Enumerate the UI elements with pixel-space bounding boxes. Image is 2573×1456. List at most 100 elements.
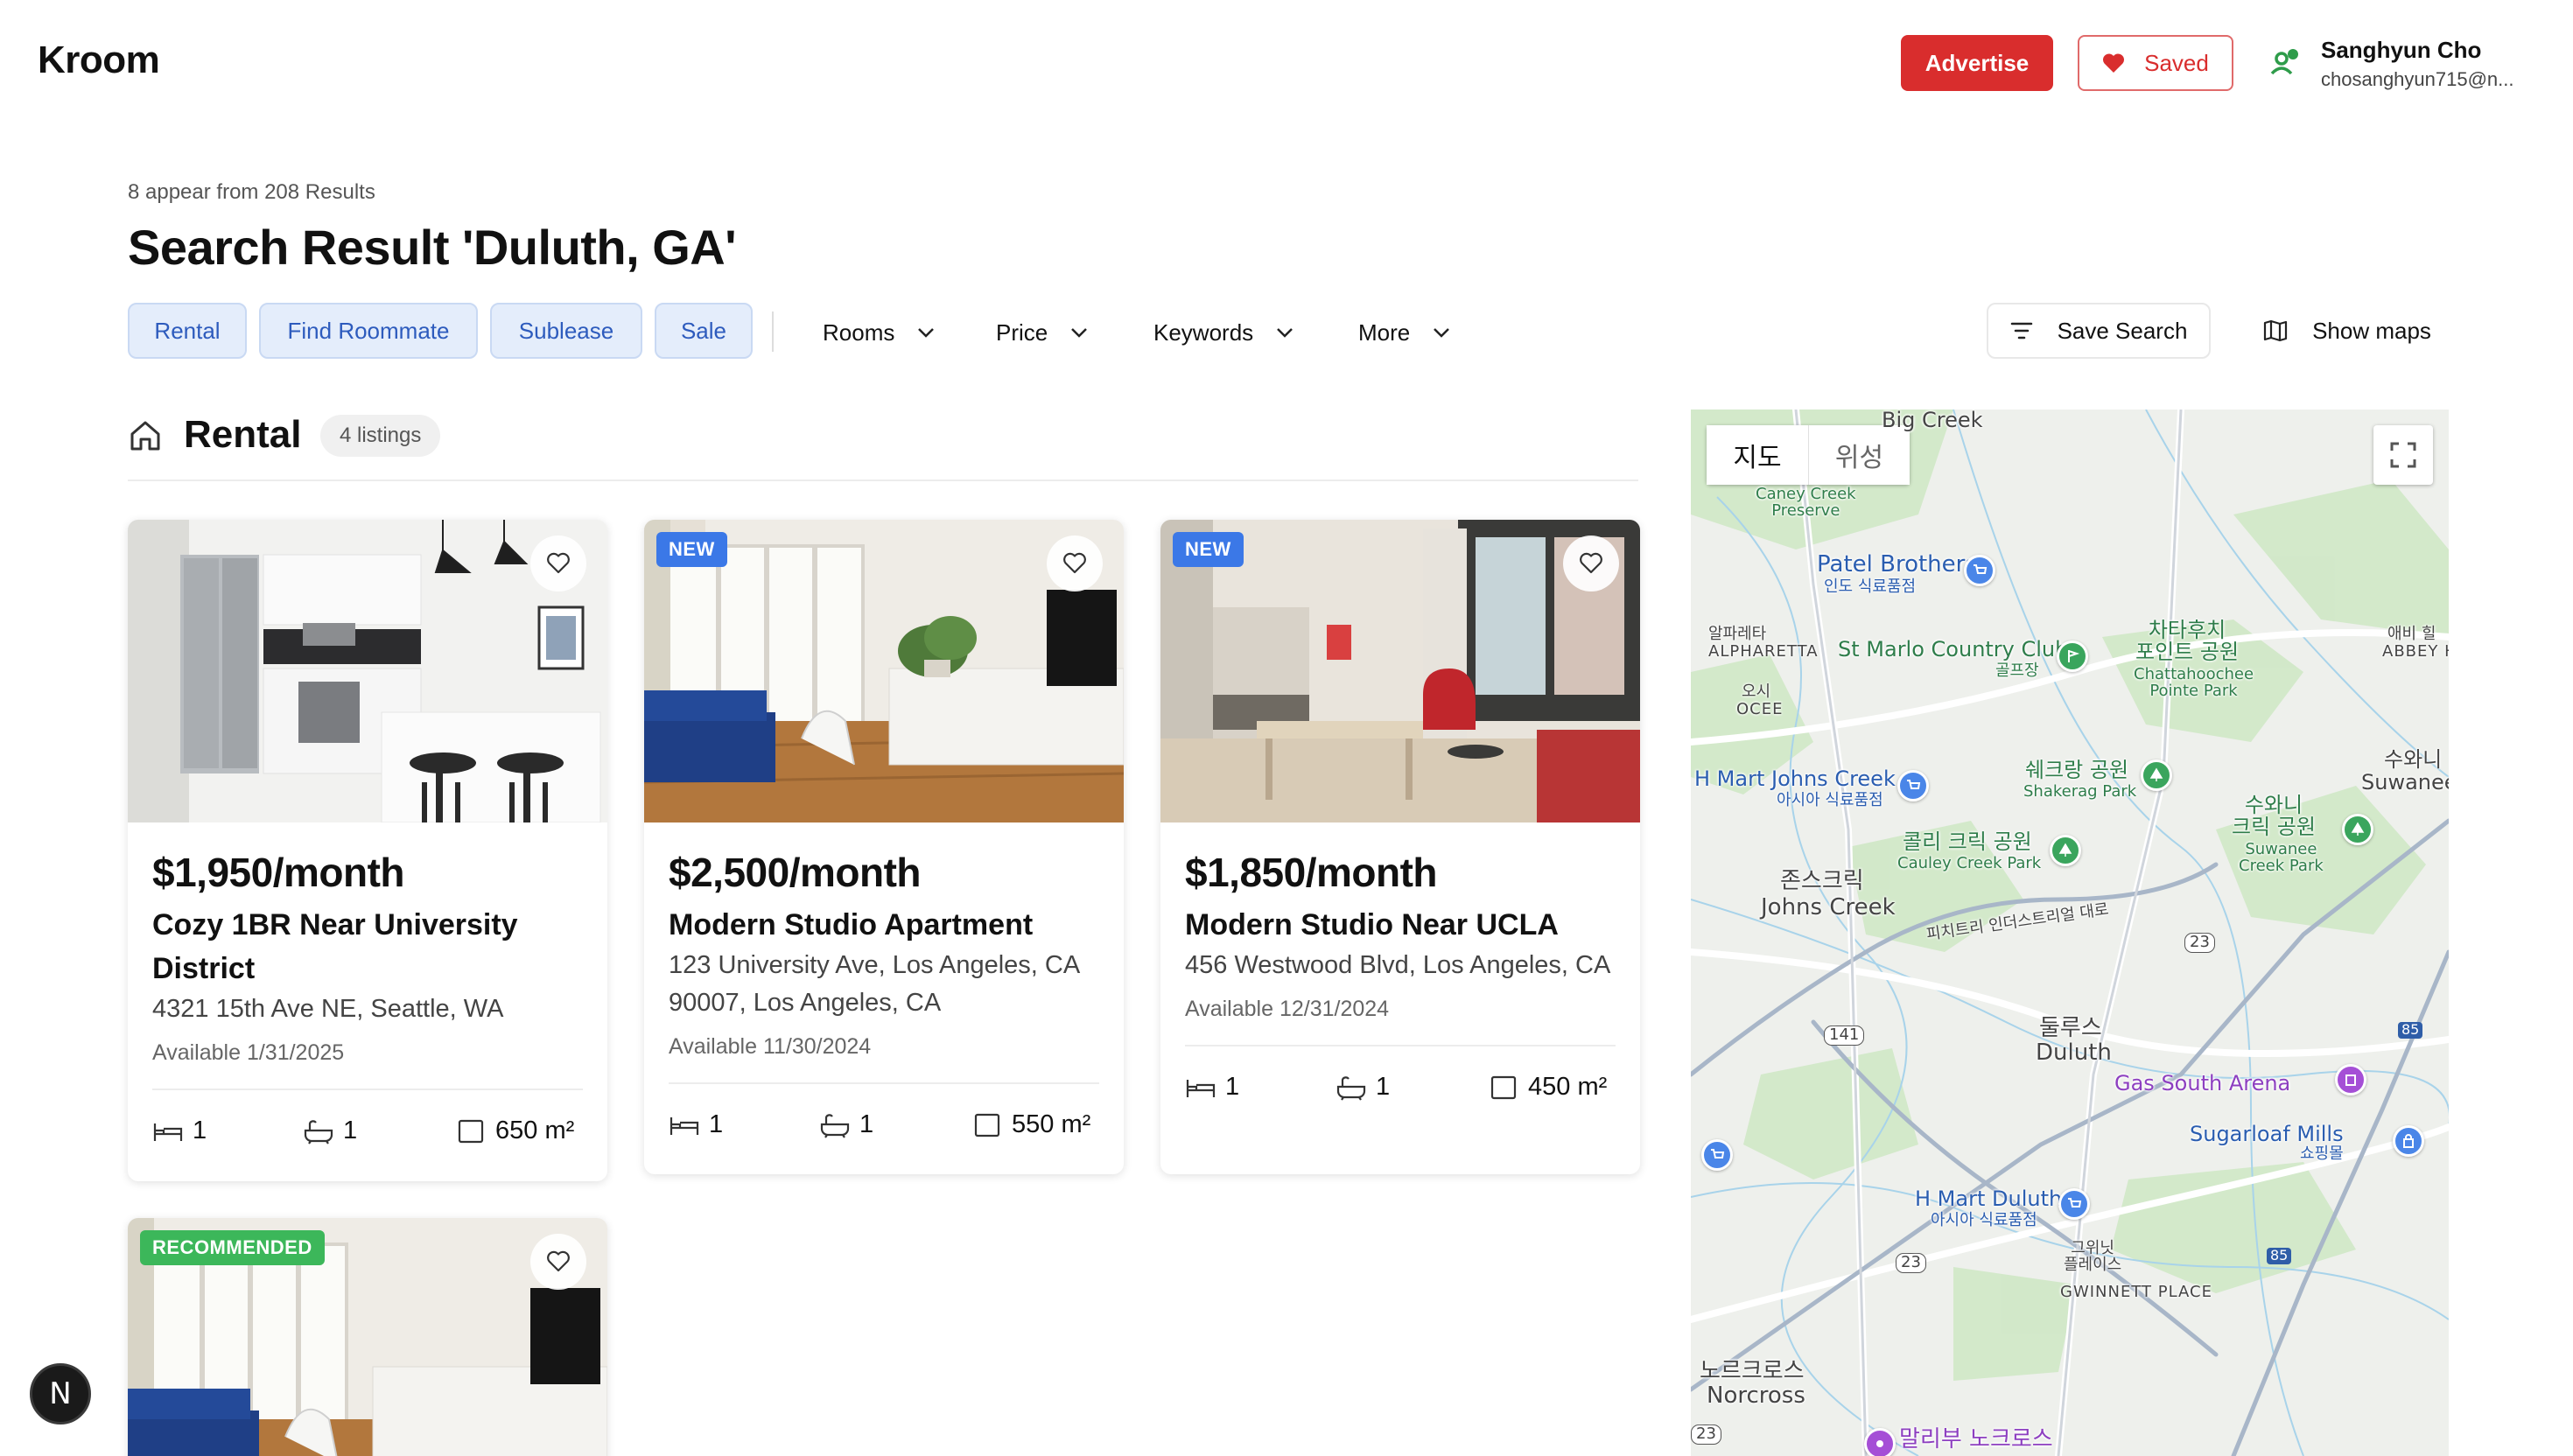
listing-address: 123 University Ave, Los Angeles, CA 9000… <box>669 951 1079 1017</box>
listings-count-badge: 4 listings <box>320 415 441 457</box>
map-label-patel-brothers: Patel Brothers <box>1817 551 1977 578</box>
map-label-suwanee: Suwanee <box>2361 770 2449 794</box>
more-dropdown[interactable]: More <box>1358 315 1450 350</box>
listing-badge-new: NEW <box>656 532 727 567</box>
arena-pin-icon[interactable] <box>2335 1064 2366 1096</box>
area-square-icon <box>458 1119 484 1143</box>
grocery-pin-icon[interactable] <box>2058 1188 2090 1220</box>
saved-button[interactable]: Saved <box>2078 35 2233 91</box>
chip-find-roommate[interactable]: Find Roommate <box>259 303 478 359</box>
map-label-abbey-ko: 애비 힐 <box>2387 625 2436 643</box>
map-label-cauley: Cauley Creek Park <box>1897 854 2042 872</box>
listing-photo[interactable]: NEW <box>644 520 1124 822</box>
price-dropdown[interactable]: Price <box>996 315 1088 350</box>
map-label-alpharetta-ko: 알파레타 <box>1708 625 1767 643</box>
listing-card[interactable]: NEW $2,500/month Modern Studio Apartment… <box>644 520 1124 1174</box>
map-tab-satellite[interactable]: 위성 <box>1808 425 1910 485</box>
grocery-pin-icon[interactable] <box>1897 770 1929 802</box>
favorite-button[interactable] <box>530 536 586 592</box>
listing-address: 456 Westwood Blvd, Los Angeles, CA <box>1185 951 1611 979</box>
map-label-duluth: Duluth <box>2036 1040 2112 1066</box>
favorite-button[interactable] <box>1563 536 1619 592</box>
map-label-oce-ko: 오시 <box>1742 682 1771 701</box>
listing-availability: Available 11/30/2024 <box>669 1034 872 1059</box>
bed-count-value: 1 <box>1225 1073 1240 1101</box>
bed-icon <box>153 1123 183 1141</box>
bath-icon <box>1336 1075 1366 1101</box>
save-search-label: Save Search <box>2057 317 2188 344</box>
area-size: 550 m² <box>971 1110 1090 1139</box>
bath-count: 1 <box>303 1116 357 1145</box>
keywords-dropdown[interactable]: Keywords <box>1153 315 1294 350</box>
save-search-button[interactable]: Save Search <box>1987 303 2211 359</box>
n-bubble-button[interactable]: N <box>30 1363 91 1424</box>
map-tab-map[interactable]: 지도 <box>1707 425 1808 485</box>
park-pin-icon[interactable] <box>2141 760 2172 791</box>
listing-title[interactable]: Cozy 1BR Near University District <box>152 903 583 990</box>
bed-count-value: 1 <box>709 1110 724 1138</box>
bath-icon <box>304 1119 333 1144</box>
map-label-cauley-ko: 콜리 크릭 공원 <box>1903 830 2032 854</box>
area-square-icon <box>974 1113 1000 1137</box>
filter-lines-icon <box>2010 322 2032 340</box>
interstate-85-shield: 85 <box>2267 1248 2292 1264</box>
listing-card[interactable]: RECOMMENDED <box>128 1218 607 1456</box>
map-panel[interactable]: 지도 위성 Big Creek Caney Creek Preserve Pat… <box>1691 410 2449 1456</box>
advertise-button[interactable]: Advertise <box>1901 35 2053 91</box>
route-23-shield: 23 <box>2184 933 2215 953</box>
map-label-johns-creek-ko: 존스크릭 <box>1780 868 1864 894</box>
listing-card[interactable]: $1,950/month Cozy 1BR Near University Di… <box>128 520 607 1181</box>
listing-badge-recommended: RECOMMENDED <box>140 1230 325 1265</box>
more-dropdown-label: More <box>1358 318 1411 346</box>
listing-photo[interactable]: NEW <box>1160 520 1640 822</box>
map-label-chattahoochee-ko: 차타후치 포인트 공원 <box>2135 618 2240 665</box>
show-maps-label: Show maps <box>2312 317 2431 344</box>
area-size-value: 550 m² <box>1012 1110 1091 1138</box>
map-label-sugarloaf-mills: Sugarloaf Mills <box>2190 1122 2344 1146</box>
park-pin-icon[interactable] <box>2342 814 2373 845</box>
user-avatar-icon[interactable] <box>2267 46 2302 80</box>
map-label-hmart-johns-creek-ko: 아시아 식료품점 <box>1777 791 1883 809</box>
listing-price: $1,850/month <box>1185 850 1438 895</box>
map-label-gwinnett-place-ko: 그위닛 플레이스 <box>2064 1239 2122 1274</box>
shopping-pin-icon[interactable] <box>2393 1125 2424 1157</box>
user-name: Sanghyun Cho <box>2321 37 2482 63</box>
favorite-button[interactable] <box>1047 536 1103 592</box>
app-logo[interactable]: Kroom <box>38 38 160 82</box>
filter-divider <box>772 312 774 352</box>
map-fullscreen-button[interactable] <box>2373 425 2433 485</box>
show-maps-button[interactable]: Show maps <box>2251 303 2443 359</box>
map-label-suwanee-ko: 수와니 <box>2384 747 2443 772</box>
chip-sublease[interactable]: Sublease <box>490 303 642 359</box>
rooms-dropdown[interactable]: Rooms <box>823 315 935 350</box>
golf-pin-icon[interactable] <box>2057 640 2088 672</box>
chip-rental[interactable]: Rental <box>128 303 247 359</box>
bath-count-value: 1 <box>859 1110 874 1138</box>
park-pin-icon[interactable] <box>2050 835 2081 866</box>
keywords-dropdown-label: Keywords <box>1153 318 1254 346</box>
map-label-hmart-johns-creek: H Mart Johns Creek <box>1694 766 1896 791</box>
home-icon <box>130 421 160 451</box>
tree-icon <box>2149 767 2163 781</box>
bath-count-value: 1 <box>343 1116 358 1144</box>
map-label-shakerag-ko: 쉐크랑 공원 <box>2025 758 2129 782</box>
favorite-button[interactable] <box>530 1234 586 1290</box>
grocery-pin-icon[interactable] <box>1964 555 1995 586</box>
map-label-st-marlo-ko: 골프장 <box>1995 662 2039 680</box>
bed-count-value: 1 <box>193 1116 207 1144</box>
listing-title[interactable]: Modern Studio Near UCLA <box>1185 903 1616 947</box>
listing-title[interactable]: Modern Studio Apartment <box>669 903 1099 947</box>
listing-price: $1,950/month <box>152 850 405 895</box>
listing-photo[interactable] <box>128 520 607 822</box>
map-label-st-marlo: St Marlo Country Club <box>1838 637 2069 662</box>
map-label-hmart-duluth: H Mart Duluth <box>1915 1186 2063 1211</box>
grocery-pin-icon[interactable] <box>1701 1139 1733 1171</box>
listing-photo[interactable]: RECOMMENDED <box>128 1218 607 1456</box>
bag-icon <box>2403 1134 2414 1148</box>
listing-card[interactable]: NEW $1,850/month Modern Studio Near UCLA… <box>1160 520 1640 1174</box>
heart-outline-icon <box>1063 552 1086 574</box>
map-label-big-creek: Big Creek <box>1882 410 1983 432</box>
user-email: chosanghyun715@n... <box>2321 68 2514 90</box>
chip-sale[interactable]: Sale <box>655 303 753 359</box>
attraction-pin-icon[interactable] <box>1864 1428 1896 1456</box>
